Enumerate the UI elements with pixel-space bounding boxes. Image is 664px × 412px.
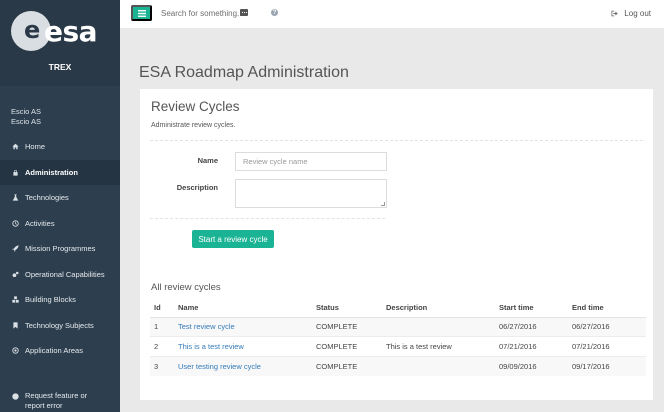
review-cycles-list-title: All review cycles	[151, 282, 221, 293]
column-header-end-time: End time	[568, 299, 646, 318]
target-icon	[11, 347, 19, 355]
cell-start-time: 06/27/2016	[495, 316, 568, 337]
hamburger-icon	[137, 9, 146, 17]
page-title: ESA Roadmap Administration	[139, 64, 349, 81]
table-row: 2 This is a test review COMPLETE This is…	[150, 336, 646, 356]
user-info: Escio AS Escio AS	[11, 107, 41, 126]
sidebar-item-operational-capabilities[interactable]: Operational Capabilities	[0, 262, 120, 288]
column-header-start-time: Start time	[495, 299, 568, 318]
cell-id: 2	[150, 336, 174, 356]
cell-start-time: 09/09/2016	[495, 355, 568, 376]
start-review-cycle-button[interactable]: Start a review cycle	[192, 230, 274, 248]
sidebar-item-label: Operational Capabilities	[25, 269, 105, 279]
cell-name: This is a test review	[174, 336, 312, 356]
sidebar-header: e esa TREX	[0, 0, 120, 86]
cell-id: 1	[150, 316, 174, 337]
gears-icon	[11, 270, 19, 278]
sidebar-item-label: Technology Subjects	[25, 320, 94, 330]
flask-icon	[11, 194, 19, 202]
cell-end-time: 07/21/2016	[568, 336, 646, 356]
search-input[interactable]	[161, 6, 249, 21]
sidebar-item-label: Application Areas	[25, 346, 83, 356]
name-field[interactable]	[235, 152, 387, 171]
sidebar-item-label: Building Blocks	[25, 295, 76, 305]
review-cycles-panel: Review Cycles Administrate review cycles…	[140, 89, 653, 400]
sidebar-item-label: Home	[25, 142, 46, 152]
table-row: 3 User testing review cycle COMPLETE 09/…	[150, 355, 646, 376]
app-name: TREX	[48, 62, 72, 72]
cell-name: Test review cycle	[174, 316, 312, 337]
sidebar-nav: Home Administration Technologies Activit…	[0, 134, 120, 364]
top-navbar: ? Log out	[120, 0, 664, 28]
cell-name: User testing review cycle	[174, 355, 312, 376]
review-cycle-link[interactable]: Test review cycle	[178, 322, 235, 331]
sidebar-item-label: Administration	[25, 167, 78, 177]
sidebar-item-home[interactable]: Home	[0, 134, 120, 160]
resize-handle-icon[interactable]	[381, 202, 385, 206]
table-row: 1 Test review cycle COMPLETE 06/27/2016 …	[150, 316, 646, 337]
lock-icon	[11, 168, 19, 176]
sidebar-item-label: Mission Programmes	[25, 244, 96, 254]
cell-id: 3	[150, 355, 174, 376]
sidebar-item-mission-programmes[interactable]: Mission Programmes	[0, 236, 120, 262]
column-header-id: Id	[150, 299, 174, 318]
sidebar-item-technology-subjects[interactable]: Technology Subjects	[0, 313, 120, 339]
request-feature-link[interactable]: Request feature or report error	[11, 391, 103, 411]
sidebar-item-technologies[interactable]: Technologies	[0, 185, 120, 211]
name-label: Name	[197, 156, 218, 165]
cell-end-time: 09/17/2016	[568, 355, 646, 376]
panel-subtitle: Administrate review cycles.	[151, 122, 236, 129]
sidebar-item-label: Technologies	[25, 193, 69, 203]
description-label: Description	[176, 183, 218, 192]
menu-toggle-button[interactable]	[131, 5, 152, 21]
column-header-description: Description	[382, 299, 495, 318]
sidebar-item-administration[interactable]: Administration	[0, 159, 120, 185]
review-cycles-table: Id Name Status Description Start time En…	[150, 299, 646, 376]
sidebar: e esa TREX Escio AS Escio AS Home Admini…	[0, 0, 120, 412]
request-feature-label: Request feature or report error	[25, 391, 88, 410]
cell-status: COMPLETE	[312, 355, 382, 376]
cell-end-time: 06/27/2016	[568, 316, 646, 337]
cell-start-time: 07/21/2016	[495, 336, 568, 356]
cell-description: This is a test review	[382, 336, 495, 356]
cell-status: COMPLETE	[312, 316, 382, 337]
logout-link[interactable]: Log out	[611, 9, 651, 18]
cell-description	[382, 355, 495, 376]
column-header-status: Status	[312, 299, 382, 318]
keyboard-icon	[240, 9, 248, 16]
divider	[150, 140, 643, 141]
review-cycle-link[interactable]: This is a test review	[178, 342, 244, 351]
cell-description	[382, 316, 495, 337]
sidebar-item-building-blocks[interactable]: Building Blocks	[0, 287, 120, 313]
sidebar-item-activities[interactable]: Activities	[0, 211, 120, 237]
sidebar-item-application-areas[interactable]: Application Areas	[0, 338, 120, 364]
user-name: Escio AS	[11, 107, 42, 116]
logo-text: esa	[44, 15, 98, 48]
clock-icon	[11, 219, 19, 227]
user-org: Escio AS	[11, 116, 42, 126]
description-field[interactable]	[235, 179, 387, 208]
table-header-row: Id Name Status Description Start time En…	[150, 299, 646, 318]
logout-label: Log out	[624, 9, 651, 18]
esa-logo[interactable]: e esa	[11, 11, 109, 51]
divider	[150, 218, 385, 219]
home-icon	[11, 143, 19, 151]
cubes-icon	[11, 296, 19, 304]
cell-status: COMPLETE	[312, 336, 382, 356]
sidebar-item-label: Activities	[25, 218, 55, 228]
panel-title: Review Cycles	[151, 99, 240, 114]
column-header-name: Name	[174, 299, 312, 318]
bookmark-icon	[11, 321, 19, 329]
rocket-icon	[11, 245, 19, 253]
review-cycle-link[interactable]: User testing review cycle	[178, 362, 261, 371]
sign-out-icon	[611, 10, 619, 17]
help-circle-icon	[11, 392, 19, 400]
help-icon[interactable]: ?	[271, 9, 278, 16]
